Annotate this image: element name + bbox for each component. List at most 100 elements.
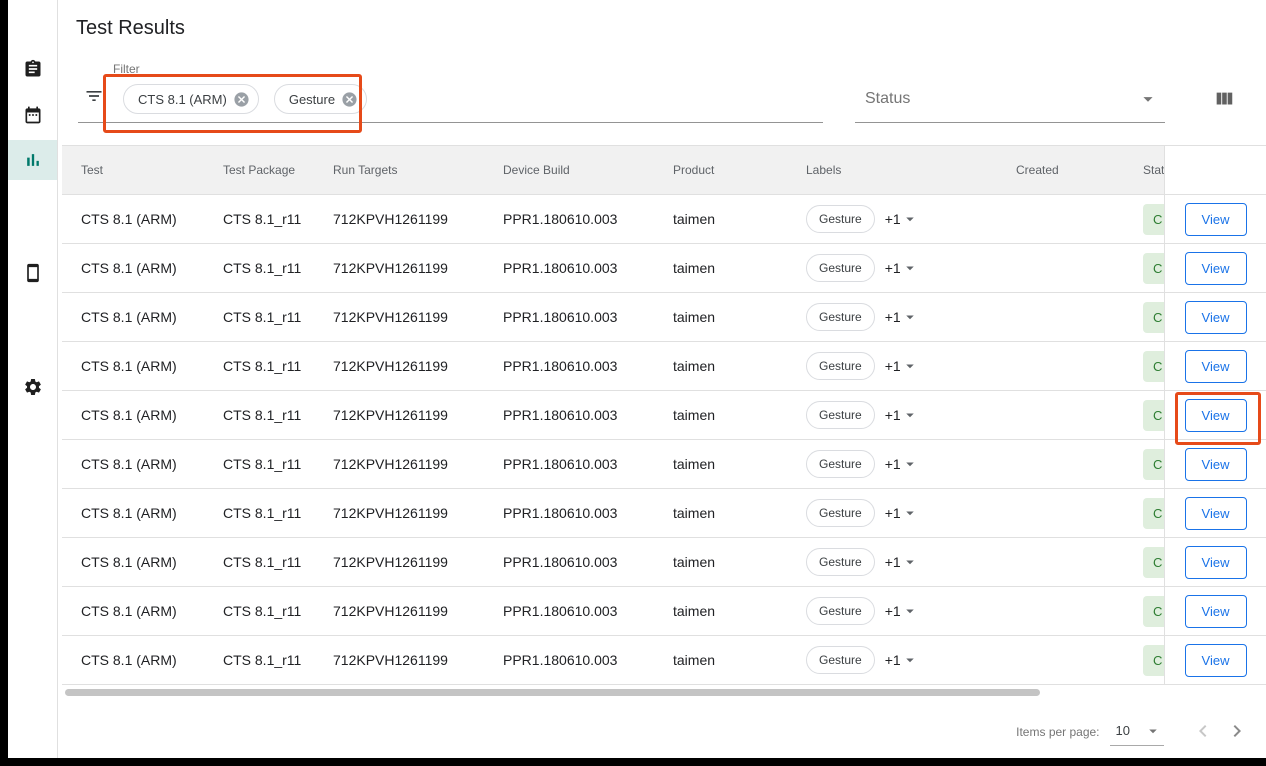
page-title: Test Results: [76, 17, 185, 40]
cell-run-targets: 712KPVH1261199: [333, 195, 503, 244]
page-size-value: 10: [1116, 723, 1130, 738]
cell-test: CTS 8.1 (ARM): [62, 195, 223, 244]
cell-test-package: CTS 8.1_r11: [223, 538, 333, 587]
more-labels-dropdown[interactable]: +1: [885, 210, 919, 228]
main-content: Test Results Filter CTS 8.1 (ARM) Gestur…: [57, 0, 1266, 758]
filter-chip-label: CTS 8.1 (ARM): [138, 92, 227, 107]
view-button[interactable]: View: [1185, 448, 1247, 481]
cell-status: C: [1143, 342, 1164, 391]
cell-test: CTS 8.1 (ARM): [62, 293, 223, 342]
view-button[interactable]: View: [1185, 546, 1247, 579]
filter-bar: Filter CTS 8.1 (ARM) Gesture Status: [57, 57, 1266, 145]
status-badge: C: [1143, 498, 1164, 529]
column-settings-button[interactable]: [1213, 88, 1235, 113]
view-button[interactable]: View: [1185, 595, 1247, 628]
sidebar-item-tests[interactable]: [8, 49, 57, 89]
chip-remove-icon[interactable]: [233, 91, 250, 108]
cell-status: C: [1143, 636, 1164, 685]
cell-status: C: [1143, 489, 1164, 538]
cell-created: [1016, 391, 1143, 440]
cell-status: C: [1143, 244, 1164, 293]
cell-run-targets: 712KPVH1261199: [333, 293, 503, 342]
more-labels-dropdown[interactable]: +1: [885, 651, 919, 669]
more-labels-dropdown[interactable]: +1: [885, 259, 919, 277]
label-chip: Gesture: [806, 254, 875, 282]
column-header-status: Status: [1143, 146, 1164, 195]
column-header-test: Test: [62, 146, 223, 195]
view-button[interactable]: View: [1185, 301, 1247, 334]
chevron-down-icon: [901, 357, 919, 375]
chevron-down-icon: [1144, 722, 1162, 740]
chevron-down-icon: [901, 210, 919, 228]
next-page-button[interactable]: [1225, 719, 1249, 746]
table-row: CTS 8.1 (ARM) CTS 8.1_r11 712KPVH1261199…: [62, 538, 1164, 587]
column-header-labels: Labels: [806, 146, 1016, 195]
status-filter-dropdown[interactable]: Status: [855, 83, 1165, 115]
more-labels-dropdown[interactable]: +1: [885, 504, 919, 522]
cell-device-build: PPR1.180610.003: [503, 195, 673, 244]
status-badge: C: [1143, 351, 1164, 382]
cell-run-targets: 712KPVH1261199: [333, 342, 503, 391]
chevron-right-icon: [1225, 719, 1249, 743]
chip-remove-icon[interactable]: [341, 91, 358, 108]
sidebar-item-schedule[interactable]: [8, 95, 57, 135]
more-labels-dropdown[interactable]: +1: [885, 308, 919, 326]
cell-labels: Gesture +1: [806, 636, 1016, 685]
table-row: CTS 8.1 (ARM) CTS 8.1_r11 712KPVH1261199…: [62, 587, 1164, 636]
more-labels-count: +1: [885, 554, 901, 570]
cell-test-package: CTS 8.1_r11: [223, 293, 333, 342]
cell-labels: Gesture +1: [806, 587, 1016, 636]
sidebar-item-devices[interactable]: [8, 253, 57, 293]
cell-test-package: CTS 8.1_r11: [223, 195, 333, 244]
label-chip: Gesture: [806, 450, 875, 478]
action-cell: View: [1165, 636, 1266, 685]
table-row: CTS 8.1 (ARM) CTS 8.1_r11 712KPVH1261199…: [62, 391, 1164, 440]
horizontal-scrollbar-thumb[interactable]: [65, 689, 1040, 696]
filter-chip[interactable]: Gesture: [274, 84, 367, 114]
page-header: Test Results: [57, 0, 1266, 57]
cell-device-build: PPR1.180610.003: [503, 342, 673, 391]
previous-page-button[interactable]: [1191, 719, 1215, 746]
filter-chip[interactable]: CTS 8.1 (ARM): [123, 84, 259, 114]
cell-created: [1016, 587, 1143, 636]
more-labels-dropdown[interactable]: +1: [885, 357, 919, 375]
label-chip: Gesture: [806, 205, 875, 233]
paginator: Items per page: 10: [57, 706, 1266, 758]
status-badge: C: [1143, 645, 1164, 676]
chevron-down-icon: [901, 602, 919, 620]
status-badge: C: [1143, 400, 1164, 431]
more-labels-dropdown[interactable]: +1: [885, 406, 919, 424]
view-button[interactable]: View: [1185, 644, 1247, 677]
table-row: CTS 8.1 (ARM) CTS 8.1_r11 712KPVH1261199…: [62, 244, 1164, 293]
status-badge: C: [1143, 253, 1164, 284]
label-chip: Gesture: [806, 548, 875, 576]
page-size-select[interactable]: 10: [1110, 719, 1164, 746]
cell-run-targets: 712KPVH1261199: [333, 244, 503, 293]
cell-test: CTS 8.1 (ARM): [62, 342, 223, 391]
more-labels-dropdown[interactable]: +1: [885, 602, 919, 620]
cell-labels: Gesture +1: [806, 244, 1016, 293]
label-chip: Gesture: [806, 303, 875, 331]
sidebar-item-settings[interactable]: [8, 367, 57, 407]
status-badge: C: [1143, 449, 1164, 480]
cell-product: taimen: [673, 195, 806, 244]
smartphone-icon: [23, 263, 43, 283]
view-button[interactable]: View: [1185, 399, 1247, 432]
view-button[interactable]: View: [1185, 350, 1247, 383]
action-cell: View: [1165, 489, 1266, 538]
sidebar-item-test-results[interactable]: [8, 140, 57, 180]
view-button[interactable]: View: [1185, 497, 1247, 530]
status-badge: C: [1143, 547, 1164, 578]
cell-run-targets: 712KPVH1261199: [333, 636, 503, 685]
filter-chip-label: Gesture: [289, 92, 335, 107]
more-labels-dropdown[interactable]: +1: [885, 553, 919, 571]
view-button[interactable]: View: [1185, 252, 1247, 285]
more-labels-dropdown[interactable]: +1: [885, 455, 919, 473]
filter-button[interactable]: [84, 86, 104, 109]
column-header-product: Product: [673, 146, 806, 195]
status-badge: C: [1143, 204, 1164, 235]
status-dropdown-underline: [855, 122, 1165, 123]
cell-labels: Gesture +1: [806, 391, 1016, 440]
view-button[interactable]: View: [1185, 203, 1247, 236]
cell-labels: Gesture +1: [806, 293, 1016, 342]
